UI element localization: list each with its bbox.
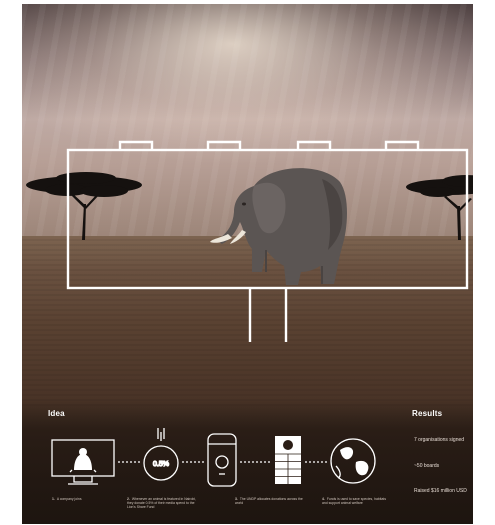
step-caption-4: 4. Funds is used to save species, habitat… <box>322 497 392 505</box>
percent-coin-icon <box>143 428 179 481</box>
acacia-tree-right <box>406 175 473 240</box>
monitor-gorilla-icon <box>51 439 115 485</box>
fund-jar-icon <box>207 433 237 487</box>
percent-label: 0.5% <box>153 461 169 468</box>
poster-scene: 0.5% <box>26 140 473 487</box>
step-caption-1: 1. A company joins <box>52 497 122 501</box>
step-number: 1. <box>52 497 55 501</box>
step-caption-2: 2. Whenever an animal is featured in Nair… <box>127 497 197 510</box>
results-heading: Results <box>412 409 443 418</box>
elephant-figure <box>210 168 347 285</box>
globe-icon <box>330 438 376 484</box>
step-text: The UNDP allocates donations across the … <box>235 497 303 506</box>
idea-heading: Idea <box>48 409 65 418</box>
result-item-boards: ~50 boards <box>414 463 440 469</box>
result-item-funds-raised: Raised $16 million USD <box>414 488 467 494</box>
step-caption-3: 3. The UNDP allocates donations across th… <box>235 497 305 505</box>
process-icons: 0.5% <box>51 428 376 487</box>
undp-logo-icon <box>275 436 301 484</box>
result-item-organisations: 7 organisations signed <box>414 437 465 443</box>
page-canvas: 0.5% Idea Results 7 organisations signed… <box>0 0 495 525</box>
step-text: A company joins <box>56 497 82 501</box>
step-text: Whenever an animal is featured in Nairob… <box>127 497 196 510</box>
step-text: Funds is used to save species, habitats … <box>322 497 387 506</box>
campaign-poster-image: 0.5% Idea Results 7 organisations signed… <box>22 4 473 524</box>
acacia-tree-left <box>26 172 142 240</box>
